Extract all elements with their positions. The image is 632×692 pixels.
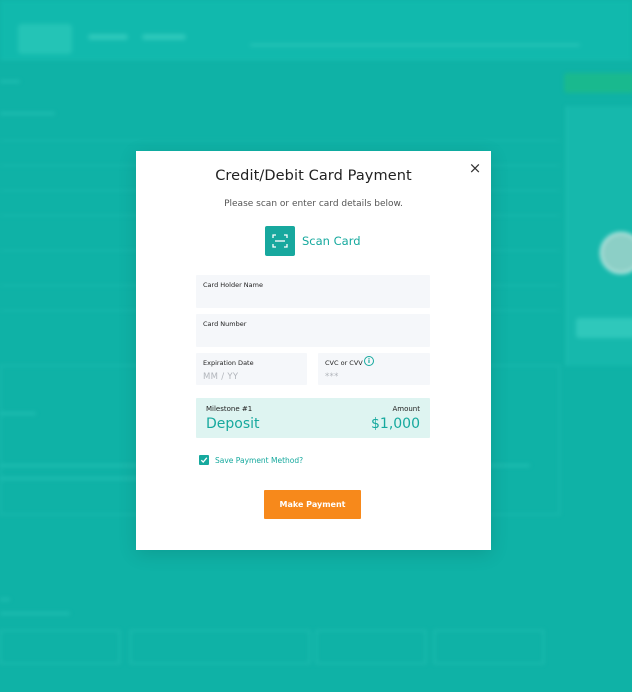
cvc-placeholder: *** xyxy=(325,372,339,382)
amount-label: Amount xyxy=(392,405,420,413)
background-button xyxy=(564,73,632,93)
background-nav-item xyxy=(142,34,186,40)
modal-title: Credit/Debit Card Payment xyxy=(215,168,412,184)
background-text-line xyxy=(0,598,10,601)
card-number-label: Card Number xyxy=(203,320,247,328)
save-payment-method-checkbox[interactable]: Save Payment Method? xyxy=(199,455,303,465)
milestone-summary: Milestone #1 Amount Deposit $1,000 xyxy=(196,398,430,438)
milestone-label: Milestone #1 xyxy=(206,405,253,413)
card-holder-name-field[interactable]: Card Holder Name xyxy=(196,275,430,308)
background-text-line xyxy=(0,477,140,480)
scan-card-button[interactable]: Scan Card xyxy=(265,225,361,256)
card-payment-modal: × Credit/Debit Card Payment Please scan … xyxy=(136,151,491,550)
background-text-line xyxy=(0,412,36,415)
background-panel-button xyxy=(576,318,632,338)
background-field xyxy=(316,630,426,664)
info-icon[interactable]: i xyxy=(364,356,374,366)
milestone-amount: $1,000 xyxy=(371,416,420,432)
background-field xyxy=(434,630,544,664)
milestone-name: Deposit xyxy=(206,416,260,432)
modal-subtitle: Please scan or enter card details below. xyxy=(224,199,403,209)
background-nav-item xyxy=(88,34,128,40)
background-field xyxy=(130,630,310,664)
background-topbar xyxy=(0,0,632,60)
scan-icon xyxy=(265,225,295,256)
expiration-date-placeholder: MM / YY xyxy=(203,372,239,382)
cvc-label: CVC or CVV xyxy=(325,359,363,367)
background-field xyxy=(0,630,120,664)
background-divider xyxy=(0,140,560,141)
background-text-line xyxy=(0,612,70,615)
make-payment-button[interactable]: Make Payment xyxy=(264,490,361,519)
background-active-tab xyxy=(18,24,72,54)
cvc-field[interactable]: CVC or CVV i *** xyxy=(318,353,430,385)
card-number-field[interactable]: Card Number xyxy=(196,314,430,347)
expiration-date-field[interactable]: Expiration Date MM / YY xyxy=(196,353,307,385)
scan-card-label: Scan Card xyxy=(302,233,361,248)
save-payment-method-label: Save Payment Method? xyxy=(215,455,304,465)
background-text-line xyxy=(0,80,20,83)
expiration-date-label: Expiration Date xyxy=(203,359,254,367)
card-holder-name-label: Card Holder Name xyxy=(203,281,263,289)
background-divider xyxy=(250,44,580,46)
checkmark-icon[interactable] xyxy=(199,455,209,465)
background-text-line xyxy=(0,112,55,115)
background-form-row xyxy=(0,630,560,664)
